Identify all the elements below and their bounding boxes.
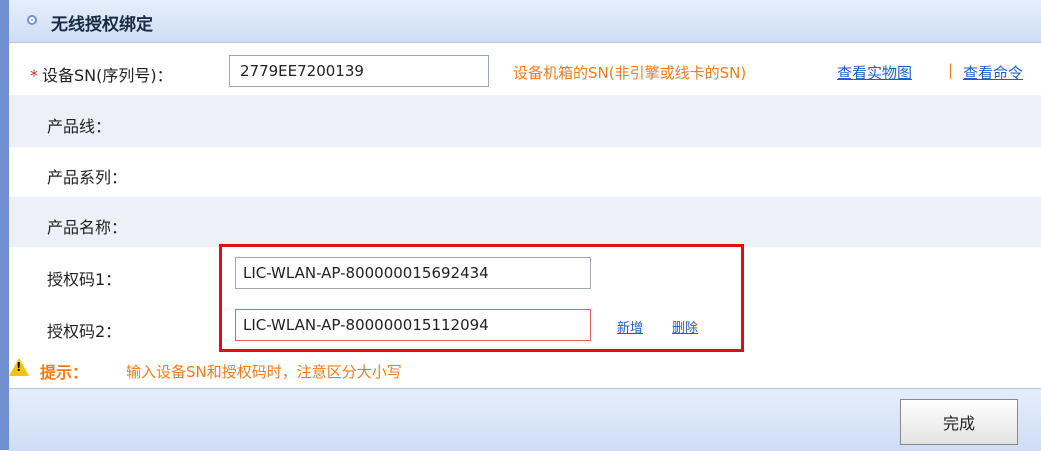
warning-exclamation: ! — [16, 360, 22, 374]
sn-label: * 设备SN(序列号)： — [30, 62, 173, 86]
panel-header: 无线授权绑定 — [9, 0, 1041, 43]
auth-code-2-label: 授权码2： — [47, 322, 122, 341]
view-photo-link[interactable]: 查看实物图 — [837, 62, 912, 83]
product-name-row — [9, 197, 1041, 247]
sn-input[interactable] — [229, 55, 489, 87]
left-border — [0, 0, 9, 450]
required-mark: * — [30, 66, 38, 85]
view-command-link[interactable]: 查看命令 — [963, 62, 1023, 83]
highlight-box — [219, 244, 744, 352]
product-line-row — [9, 95, 1041, 147]
bullet-icon — [27, 15, 37, 25]
sn-label-text: 设备SN(序列号)： — [42, 66, 173, 85]
product-name-label: 产品名称： — [47, 218, 128, 237]
product-line-label: 产品线： — [47, 117, 112, 136]
sn-hint: 设备机箱的SN(非引擎或线卡的SN) — [513, 64, 747, 82]
wireless-license-binding-panel: 无线授权绑定 *设备SN(序列号)： 设备机箱的SN(非引擎或线卡的SN) 查看… — [0, 0, 1041, 451]
tip-label: 提示： — [40, 363, 89, 382]
auth-code-1-label: 授权码1： — [47, 270, 122, 289]
product-series-row — [9, 147, 1041, 197]
link-separator: | — [948, 61, 954, 79]
panel-footer — [9, 388, 1041, 451]
done-button[interactable]: 完成 — [900, 399, 1018, 445]
tip-text: 输入设备SN和授权码时，注意区分大小写 — [126, 363, 402, 381]
panel-title: 无线授权绑定 — [51, 15, 153, 35]
product-series-label: 产品系列： — [47, 168, 128, 187]
